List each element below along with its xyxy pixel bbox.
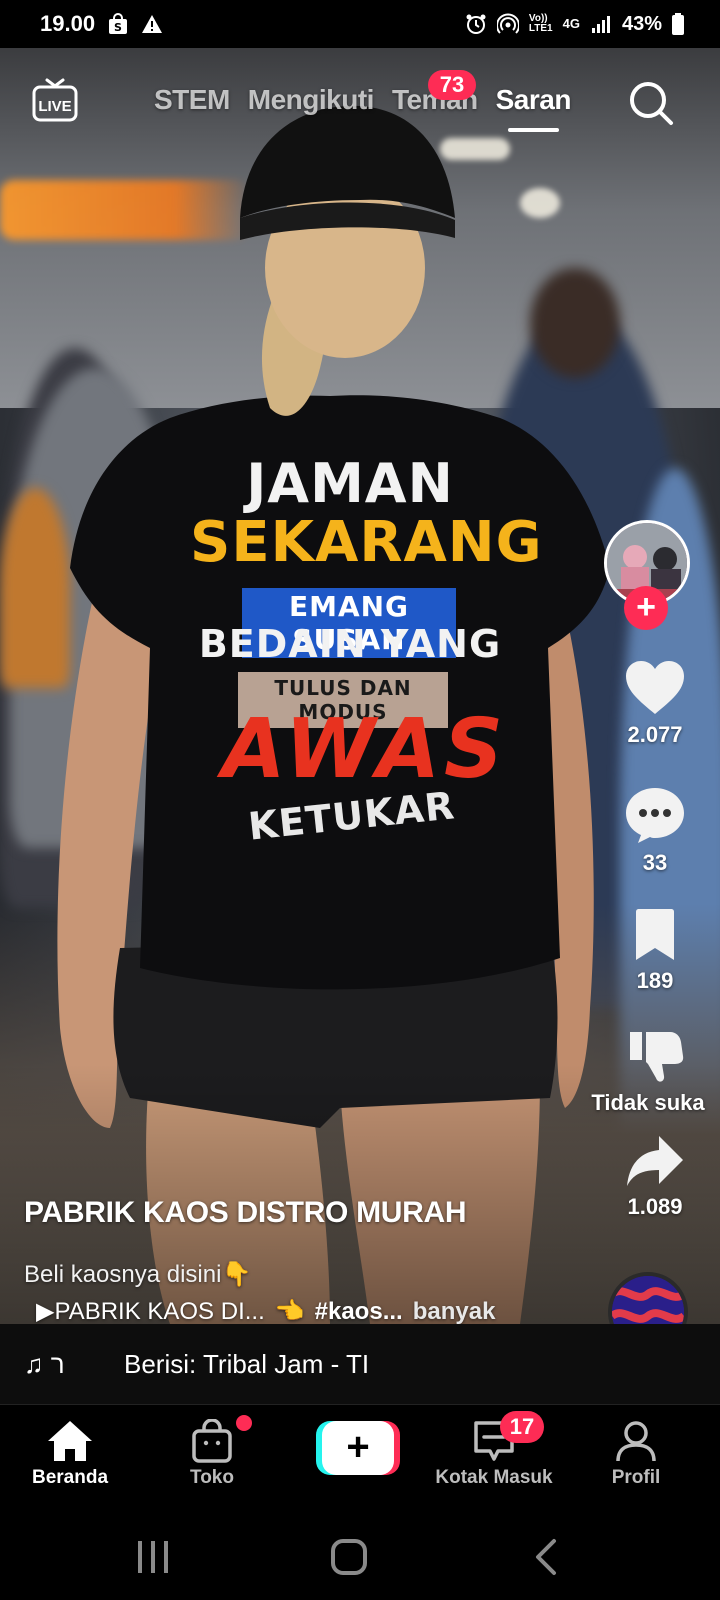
warning-icon (142, 15, 163, 33)
follow-button[interactable]: + (624, 586, 668, 630)
like-button[interactable]: 2.077 (590, 660, 720, 748)
svg-text:LIVE: LIVE (38, 98, 71, 115)
nav-shop-label: Toko (190, 1467, 234, 1488)
network-type: 4G (562, 16, 580, 31)
music-bar[interactable]: ♫ ר Berisi: Tribal Jam - TI (0, 1324, 720, 1404)
nav-inbox-label: Kotak Masuk (435, 1467, 553, 1488)
comment-button[interactable]: 33 (590, 786, 720, 876)
hashtag-link[interactable]: #kaos... (315, 1298, 403, 1326)
thumbs-down-icon (630, 1032, 684, 1082)
tab-following[interactable]: Mengikuti (248, 84, 375, 116)
tab-for-you[interactable]: Saran (496, 84, 571, 132)
hotspot-icon (496, 13, 519, 34)
dislike-label: Tidak suka (591, 1090, 705, 1115)
nav-profile[interactable]: Profil (566, 1419, 706, 1489)
battery-icon (672, 13, 684, 35)
shirt-text-line: BEDAIN YANG (198, 622, 502, 666)
plus-icon: + (322, 1421, 394, 1475)
nav-profile-label: Profil (611, 1467, 661, 1488)
song-title[interactable]: Berisi: Tribal Jam - TI (124, 1349, 369, 1380)
share-count: 1.089 (627, 1194, 683, 1219)
share-button[interactable]: 1.089 (590, 1134, 720, 1220)
recent-apps-icon[interactable] (136, 1538, 170, 1576)
heart-icon (626, 661, 684, 714)
bookmark-button[interactable]: 189 (590, 908, 720, 994)
shirt-text-line: AWAS (222, 702, 508, 797)
inbox-notification-badge: 17 (500, 1411, 544, 1443)
signal-icon (591, 16, 610, 33)
tab-stem[interactable]: STEM (154, 84, 230, 116)
bottom-navigation: Beranda Toko + Kotak Masuk 17 Profil (0, 1404, 720, 1520)
bookmark-icon (636, 909, 674, 960)
nav-home-label: Beranda (31, 1467, 109, 1488)
shirt-text-line: SEKARANG (190, 510, 543, 575)
volte-indicator: Vo)) LTE1 (528, 13, 553, 34)
live-icon[interactable]: LIVE (32, 78, 78, 122)
caption-text: Beli kaosnya disini👇 (24, 1261, 252, 1288)
creator-name[interactable]: PABRIK KAOS DISTRO MURAH (24, 1196, 584, 1230)
search-icon[interactable] (628, 80, 674, 126)
shop-bag-icon (192, 1419, 232, 1463)
create-button[interactable]: + (316, 1421, 400, 1475)
comment-count: 33 (642, 850, 668, 875)
svg-text:S: S (114, 21, 122, 34)
music-note-icon: ♫ ר (24, 1348, 65, 1379)
back-icon[interactable] (532, 1538, 560, 1576)
like-count: 2.077 (627, 722, 683, 747)
caption-links: ▶PABRIK KAOS DI... 👈 #kaos... banyak (24, 1297, 584, 1326)
nav-shop[interactable]: Toko (142, 1419, 282, 1489)
clock: 19.00 (40, 11, 96, 36)
nav-home[interactable]: Beranda (0, 1419, 140, 1489)
shop-notification-dot (236, 1415, 252, 1431)
share-icon (627, 1136, 683, 1186)
battery-percent: 43% (621, 12, 662, 35)
home-icon (48, 1421, 92, 1461)
alarm-icon (466, 14, 486, 34)
dislike-button[interactable]: Tidak suka (590, 1026, 720, 1116)
shopping-bag-icon: S (109, 13, 128, 34)
profile-icon (616, 1421, 656, 1462)
pointer-emoji: 👈 (274, 1298, 305, 1325)
comment-icon (626, 788, 684, 843)
shop-link[interactable]: ▶PABRIK KAOS DI... (36, 1297, 265, 1326)
video-caption: PABRIK KAOS DISTRO MURAH Beli kaosnya di… (24, 1196, 584, 1326)
system-navigation (0, 1520, 720, 1600)
friends-notification-badge: 73 (428, 70, 476, 100)
feed-tabs: STEM Mengikuti Teman Saran (154, 84, 571, 132)
shirt-text-line: JAMAN (246, 452, 454, 515)
bookmark-count: 189 (636, 968, 674, 993)
home-system-icon[interactable] (330, 1538, 368, 1576)
caption-more-button[interactable]: banyak (413, 1298, 496, 1326)
status-bar: 19.00 S Vo)) LTE1 4G 43% (0, 0, 720, 48)
